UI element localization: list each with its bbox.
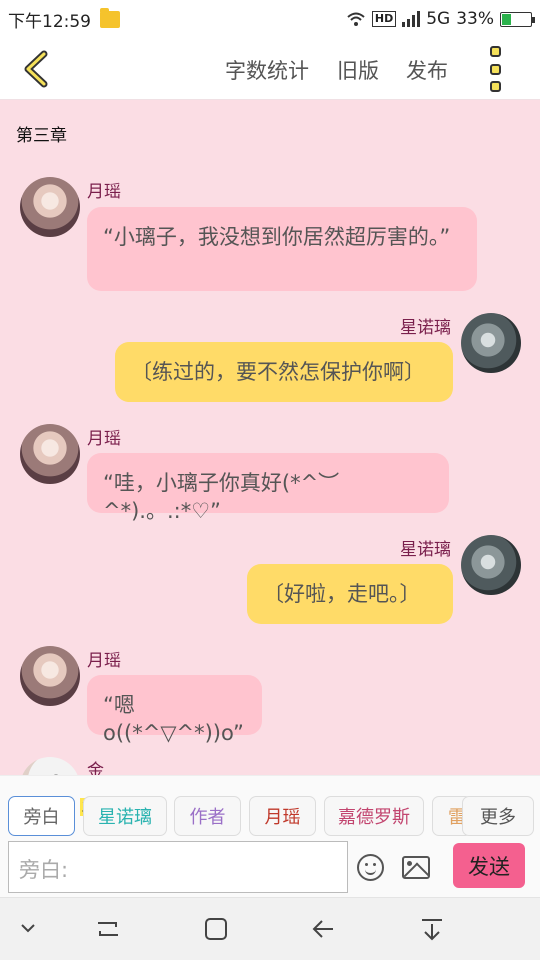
avatar-yueyao[interactable] bbox=[20, 424, 80, 484]
network-type: 5G bbox=[426, 9, 451, 29]
role-tab-narration[interactable]: 旁白 bbox=[8, 796, 75, 836]
signal-icon bbox=[402, 11, 421, 27]
sender-name: 月瑶 bbox=[87, 651, 121, 671]
compose-panel: 旁白 主 星诺璃 作者 月瑶 嘉德罗斯 雷 更多 旁白: 发送 bbox=[0, 775, 540, 897]
status-bar: 下午12:59 HD 5G 33% bbox=[0, 0, 540, 38]
status-right: HD 5G 33% bbox=[346, 9, 535, 29]
role-tab-xingnuoli[interactable]: 星诺璃 bbox=[83, 796, 167, 836]
more-menu-icon[interactable] bbox=[486, 46, 504, 92]
avatar-xingnuoli[interactable] bbox=[461, 313, 521, 373]
message-bubble[interactable]: 〔练过的，要不然怎保护你啊〕 bbox=[115, 342, 453, 402]
role-tab-yueyao[interactable]: 月瑶 bbox=[249, 796, 316, 836]
battery-percent: 33% bbox=[456, 9, 494, 29]
status-time: 下午12:59 bbox=[8, 11, 91, 32]
message-bubble[interactable]: “小璃子，我没想到你居然超厉害的。” bbox=[87, 207, 477, 291]
top-toolbar: 字数统计 旧版 发布 bbox=[0, 38, 540, 100]
chapter-title: 第三章 bbox=[16, 126, 67, 146]
avatar-yueyao[interactable] bbox=[20, 646, 80, 706]
avatar-xingnuoli[interactable] bbox=[461, 535, 521, 595]
collapse-chevron-icon[interactable] bbox=[20, 922, 36, 934]
word-count-button[interactable]: 字数统计 bbox=[225, 55, 309, 85]
emoji-icon[interactable] bbox=[357, 854, 384, 881]
download-arrow-icon[interactable] bbox=[420, 917, 444, 941]
battery-icon bbox=[500, 11, 535, 27]
avatar-yueyao[interactable] bbox=[20, 177, 80, 237]
message-bubble[interactable]: “哇，小璃子你真好(*^︶^*).。.:*♡” bbox=[87, 453, 449, 523]
message-input[interactable]: 旁白: bbox=[8, 841, 348, 893]
sender-name: 月瑶 bbox=[87, 182, 121, 202]
role-tab-jiadeluosi[interactable]: 嘉德罗斯 bbox=[324, 796, 424, 836]
sender-name: 月瑶 bbox=[87, 429, 121, 449]
wifi-icon bbox=[347, 12, 365, 26]
role-tab-author[interactable]: 作者 bbox=[174, 796, 241, 836]
publish-button[interactable]: 发布 bbox=[406, 55, 448, 85]
hd-icon: HD bbox=[371, 11, 397, 27]
folder-icon bbox=[100, 7, 120, 28]
back-chevron-icon[interactable] bbox=[18, 50, 54, 88]
old-version-button[interactable]: 旧版 bbox=[337, 55, 379, 85]
message-bubble[interactable]: “嗯o((*^▽^*))o” bbox=[87, 675, 262, 745]
home-square-icon[interactable] bbox=[204, 917, 228, 941]
sender-name: 星诺璃 bbox=[400, 318, 451, 338]
message-bubble[interactable]: 〔好啦，走吧。〕 bbox=[247, 564, 453, 624]
sender-name: 星诺璃 bbox=[400, 540, 451, 560]
system-nav-bar bbox=[0, 897, 540, 960]
send-button[interactable]: 发送 bbox=[453, 843, 525, 888]
more-roles-button[interactable]: 更多 bbox=[462, 796, 534, 836]
back-arrow-icon[interactable] bbox=[311, 917, 335, 941]
image-icon[interactable] bbox=[402, 856, 430, 879]
menu-gesture-icon[interactable] bbox=[96, 917, 120, 941]
